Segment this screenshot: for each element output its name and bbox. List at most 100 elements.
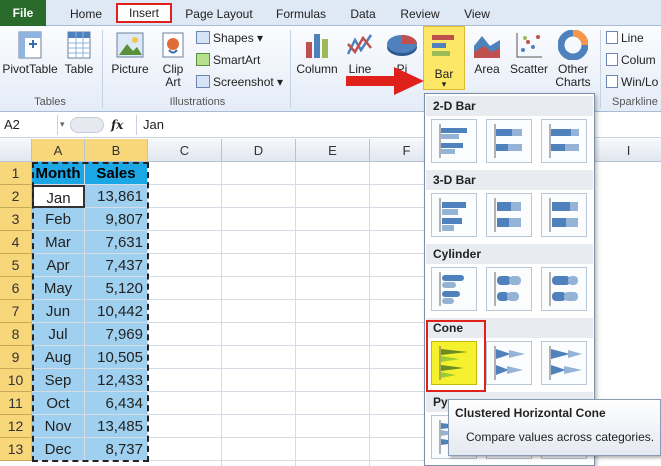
column-header-a[interactable]: A [32,139,85,162]
gridline [148,299,424,300]
insert-function-icon[interactable]: fx [111,115,123,135]
sparkline-line-icon [606,31,618,44]
other-charts-button[interactable]: Other Charts [550,29,596,89]
tab-file[interactable]: File [0,0,46,26]
row-header-9[interactable]: 9 [0,346,32,369]
column-header-c[interactable]: C [148,139,222,162]
sparkline-column-button[interactable]: Colum [606,52,656,68]
stacked-horizontal-cylinder-icon[interactable] [486,267,532,311]
3d-clustered-bar-icon[interactable] [431,193,477,237]
row-header-11[interactable]: 11 [0,392,32,415]
bar-dropdown-arrow-icon: ▾ [441,79,447,89]
100-stacked-horizontal-cone-icon[interactable] [541,341,587,385]
column-chart-button[interactable]: Column [294,30,340,76]
select-all-corner[interactable] [0,139,32,162]
table-button[interactable]: Table [60,30,98,76]
table-cell-sales[interactable]: 9,807 [85,208,148,231]
gridline [148,184,424,185]
column-header-d[interactable]: D [222,139,296,162]
bar-chart-button[interactable]: Bar ▾ [423,26,465,90]
row-header-5[interactable]: 5 [0,254,32,277]
row-header-8[interactable]: 8 [0,323,32,346]
table-cell-month[interactable]: Sep [32,369,85,392]
clip-art-label-2: Art [165,75,181,89]
tooltip-title: Clustered Horizontal Cone [455,406,606,420]
row-header-13[interactable]: 13 [0,438,32,461]
table-cell-month[interactable]: Jun [32,300,85,323]
picture-button[interactable]: Picture [108,30,152,76]
tab-view[interactable]: View [458,4,496,24]
tab-review[interactable]: Review [396,4,444,24]
100-stacked-bar-icon[interactable] [541,119,587,163]
clip-art-button[interactable]: Clip Art [156,30,190,89]
tab-page-layout[interactable]: Page Layout [180,4,258,24]
table-cell-sales[interactable]: 7,437 [85,254,148,277]
row-header-1[interactable]: 1 [0,162,32,185]
table-cell-sales[interactable]: 10,505 [85,346,148,369]
table-cell-month[interactable]: Oct [32,392,85,415]
3d-100-stacked-bar-icon[interactable] [541,193,587,237]
table-cell-month[interactable]: Jan [32,185,85,208]
table-cell-sales[interactable]: 13,861 [85,185,148,208]
stacked-horizontal-cone-icon[interactable] [486,341,532,385]
table-cell-sales[interactable]: 7,631 [85,231,148,254]
clip-art-icon [162,32,184,58]
group-label-tables: Tables [34,96,66,108]
row-header-12[interactable]: 12 [0,415,32,438]
column-header-e[interactable]: E [296,139,370,162]
pivot-table-button[interactable]: PivotTable [2,30,58,76]
100-stacked-horizontal-cylinder-icon[interactable] [541,267,587,311]
row-header-6[interactable]: 6 [0,277,32,300]
table-cell-sales[interactable]: 5,120 [85,277,148,300]
tab-home[interactable]: Home [62,4,110,24]
name-box[interactable]: A2 [0,115,58,135]
row-header-2[interactable]: 2 [0,185,32,208]
row-header-4[interactable]: 4 [0,231,32,254]
table-cell-sales[interactable]: 13,485 [85,415,148,438]
column-header-i[interactable]: I [592,139,661,162]
table-cell-month[interactable]: Dec [32,438,85,461]
table-cell-month[interactable]: Nov [32,415,85,438]
clustered-horizontal-cylinder-icon[interactable] [431,267,477,311]
header-cell-sales[interactable]: Sales [85,162,148,185]
table-icon [67,31,91,59]
table-cell-month[interactable]: Apr [32,254,85,277]
sparkline-line-label: Line [621,31,644,45]
table-cell-sales[interactable]: 12,433 [85,369,148,392]
formula-bar-toggle[interactable] [70,117,104,133]
table-cell-month[interactable]: May [32,277,85,300]
row-header-7[interactable]: 7 [0,300,32,323]
pie-chart-icon [387,35,417,56]
row-header-10[interactable]: 10 [0,369,32,392]
header-cell-month[interactable]: Month [32,162,85,185]
area-chart-button[interactable]: Area [468,30,506,76]
table-cell-sales[interactable]: 8,737 [85,438,148,461]
sparkline-line-button[interactable]: Line [606,30,644,46]
gridline [148,230,424,231]
column-header-b[interactable]: B [85,139,148,162]
3d-stacked-bar-icon[interactable] [486,193,532,237]
table-cell-month[interactable]: Feb [32,208,85,231]
table-label: Table [64,62,94,76]
shapes-button[interactable]: Shapes ▾ [196,30,263,46]
table-cell-sales[interactable]: 6,434 [85,392,148,415]
stacked-bar-icon[interactable] [486,119,532,163]
tab-insert[interactable]: Insert [116,3,172,23]
row-header-3[interactable]: 3 [0,208,32,231]
sparkline-winloss-button[interactable]: Win/Lo [606,74,658,90]
screenshot-button[interactable]: Screenshot ▾ [196,74,283,90]
table-cell-month[interactable]: Jul [32,323,85,346]
tab-data[interactable]: Data [344,4,382,24]
sparkline-column-label: Colum [621,53,656,67]
clustered-bar-icon[interactable] [431,119,477,163]
screenshot-icon [196,75,210,88]
table-cell-sales[interactable]: 10,442 [85,300,148,323]
tab-formulas[interactable]: Formulas [270,4,332,24]
table-cell-sales[interactable]: 7,969 [85,323,148,346]
name-box-dropdown-icon[interactable]: ▾ [60,119,65,130]
table-cell-month[interactable]: Aug [32,346,85,369]
smartart-button[interactable]: SmartArt [196,52,260,68]
scatter-chart-button[interactable]: Scatter [508,30,550,76]
table-cell-month[interactable]: Mar [32,231,85,254]
group-label-sparklines: Sparkline [612,96,658,108]
